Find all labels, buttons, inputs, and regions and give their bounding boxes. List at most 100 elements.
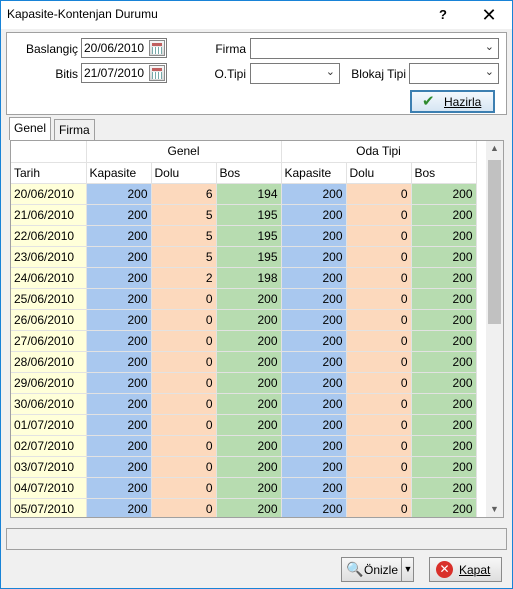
cell-oda-dolu[interactable]: 0	[346, 183, 412, 205]
baslangic-date-field[interactable]: 20/06/2010	[81, 38, 167, 58]
column-header-dolu[interactable]: Dolu	[151, 162, 217, 184]
cell-oda-bos[interactable]: 200	[411, 498, 477, 517]
cell-tarih[interactable]: 29/06/2010	[11, 372, 87, 394]
cell-oda-dolu[interactable]: 0	[346, 351, 412, 373]
cell-tarih[interactable]: 20/06/2010	[11, 183, 87, 205]
cell-dolu[interactable]: 5	[151, 246, 217, 268]
table-row[interactable]: 30/06/2010 200 0 200 200 0 200	[11, 393, 477, 415]
cell-tarih[interactable]: 28/06/2010	[11, 351, 87, 373]
onizle-button[interactable]: 🔍 Önizle ▼	[341, 557, 414, 582]
cell-dolu[interactable]: 6	[151, 183, 217, 205]
cell-oda-dolu[interactable]: 0	[346, 267, 412, 289]
cell-oda-kapasite[interactable]: 200	[281, 246, 347, 268]
cell-dolu[interactable]: 0	[151, 414, 217, 436]
cell-oda-kapasite[interactable]: 200	[281, 183, 347, 205]
cell-oda-bos[interactable]: 200	[411, 183, 477, 205]
scroll-up-icon[interactable]: ▲	[490, 143, 499, 153]
cell-bos[interactable]: 200	[216, 393, 282, 415]
blokaj-tipi-select[interactable]: ⌄	[409, 63, 499, 84]
cell-kapasite[interactable]: 200	[86, 414, 152, 436]
dropdown-arrow-icon[interactable]: ▼	[401, 558, 414, 581]
cell-tarih[interactable]: 25/06/2010	[11, 288, 87, 310]
table-row[interactable]: 23/06/2010 200 5 195 200 0 200	[11, 246, 477, 268]
cell-oda-dolu[interactable]: 0	[346, 477, 412, 499]
cell-bos[interactable]: 200	[216, 372, 282, 394]
cell-bos[interactable]: 200	[216, 330, 282, 352]
cell-oda-bos[interactable]: 200	[411, 393, 477, 415]
cell-oda-bos[interactable]: 200	[411, 330, 477, 352]
table-row[interactable]: 04/07/2010 200 0 200 200 0 200	[11, 477, 477, 499]
cell-dolu[interactable]: 0	[151, 288, 217, 310]
bitis-date-field[interactable]: 21/07/2010	[81, 63, 167, 83]
cell-oda-kapasite[interactable]: 200	[281, 225, 347, 247]
firma-select[interactable]: ⌄	[250, 38, 499, 59]
cell-dolu[interactable]: 5	[151, 225, 217, 247]
cell-kapasite[interactable]: 200	[86, 351, 152, 373]
cell-dolu[interactable]: 0	[151, 372, 217, 394]
cell-tarih[interactable]: 03/07/2010	[11, 456, 87, 478]
cell-dolu[interactable]: 0	[151, 477, 217, 499]
cell-dolu[interactable]: 0	[151, 456, 217, 478]
table-row[interactable]: 24/06/2010 200 2 198 200 0 200	[11, 267, 477, 289]
cell-oda-kapasite[interactable]: 200	[281, 351, 347, 373]
cell-dolu[interactable]: 5	[151, 204, 217, 226]
cell-dolu[interactable]: 2	[151, 267, 217, 289]
cell-dolu[interactable]: 0	[151, 330, 217, 352]
cell-tarih[interactable]: 26/06/2010	[11, 309, 87, 331]
cell-oda-bos[interactable]: 200	[411, 204, 477, 226]
table-row[interactable]: 27/06/2010 200 0 200 200 0 200	[11, 330, 477, 352]
calendar-icon[interactable]	[149, 65, 165, 81]
cell-tarih[interactable]: 27/06/2010	[11, 330, 87, 352]
cell-bos[interactable]: 200	[216, 288, 282, 310]
cell-kapasite[interactable]: 200	[86, 246, 152, 268]
cell-bos[interactable]: 194	[216, 183, 282, 205]
cell-oda-bos[interactable]: 200	[411, 288, 477, 310]
column-header-oda-bos[interactable]: Bos	[411, 162, 477, 184]
cell-kapasite[interactable]: 200	[86, 456, 152, 478]
vertical-scrollbar[interactable]: ▲ ▼	[486, 141, 503, 517]
cell-oda-dolu[interactable]: 0	[346, 372, 412, 394]
cell-kapasite[interactable]: 200	[86, 435, 152, 457]
cell-dolu[interactable]: 0	[151, 435, 217, 457]
cell-oda-bos[interactable]: 200	[411, 351, 477, 373]
cell-bos[interactable]: 200	[216, 309, 282, 331]
cell-bos[interactable]: 200	[216, 477, 282, 499]
cell-kapasite[interactable]: 200	[86, 330, 152, 352]
cell-kapasite[interactable]: 200	[86, 204, 152, 226]
cell-kapasite[interactable]: 200	[86, 183, 152, 205]
cell-oda-kapasite[interactable]: 200	[281, 498, 347, 517]
cell-oda-dolu[interactable]: 0	[346, 225, 412, 247]
cell-oda-dolu[interactable]: 0	[346, 204, 412, 226]
tab-genel[interactable]: Genel	[9, 117, 52, 140]
cell-tarih[interactable]: 23/06/2010	[11, 246, 87, 268]
scroll-down-icon[interactable]: ▼	[490, 504, 499, 514]
table-row[interactable]: 01/07/2010 200 0 200 200 0 200	[11, 414, 477, 436]
cell-oda-dolu[interactable]: 0	[346, 246, 412, 268]
cell-oda-kapasite[interactable]: 200	[281, 414, 347, 436]
cell-kapasite[interactable]: 200	[86, 225, 152, 247]
cell-bos[interactable]: 200	[216, 498, 282, 517]
cell-bos[interactable]: 200	[216, 414, 282, 436]
cell-kapasite[interactable]: 200	[86, 477, 152, 499]
column-header-bos[interactable]: Bos	[216, 162, 282, 184]
table-row[interactable]: 28/06/2010 200 0 200 200 0 200	[11, 351, 477, 373]
cell-oda-kapasite[interactable]: 200	[281, 435, 347, 457]
column-header-oda-kapasite[interactable]: Kapasite	[281, 162, 347, 184]
cell-oda-bos[interactable]: 200	[411, 246, 477, 268]
column-header-tarih[interactable]: Tarih	[11, 162, 87, 184]
cell-oda-bos[interactable]: 200	[411, 372, 477, 394]
cell-tarih[interactable]: 02/07/2010	[11, 435, 87, 457]
cell-oda-kapasite[interactable]: 200	[281, 330, 347, 352]
table-row[interactable]: 26/06/2010 200 0 200 200 0 200	[11, 309, 477, 331]
cell-dolu[interactable]: 0	[151, 393, 217, 415]
cell-oda-dolu[interactable]: 0	[346, 498, 412, 517]
cell-kapasite[interactable]: 200	[86, 309, 152, 331]
cell-oda-dolu[interactable]: 0	[346, 435, 412, 457]
cell-oda-dolu[interactable]: 0	[346, 309, 412, 331]
cell-oda-bos[interactable]: 200	[411, 225, 477, 247]
cell-oda-bos[interactable]: 200	[411, 435, 477, 457]
cell-bos[interactable]: 200	[216, 456, 282, 478]
cell-kapasite[interactable]: 200	[86, 267, 152, 289]
cell-oda-kapasite[interactable]: 200	[281, 309, 347, 331]
cell-oda-bos[interactable]: 200	[411, 267, 477, 289]
